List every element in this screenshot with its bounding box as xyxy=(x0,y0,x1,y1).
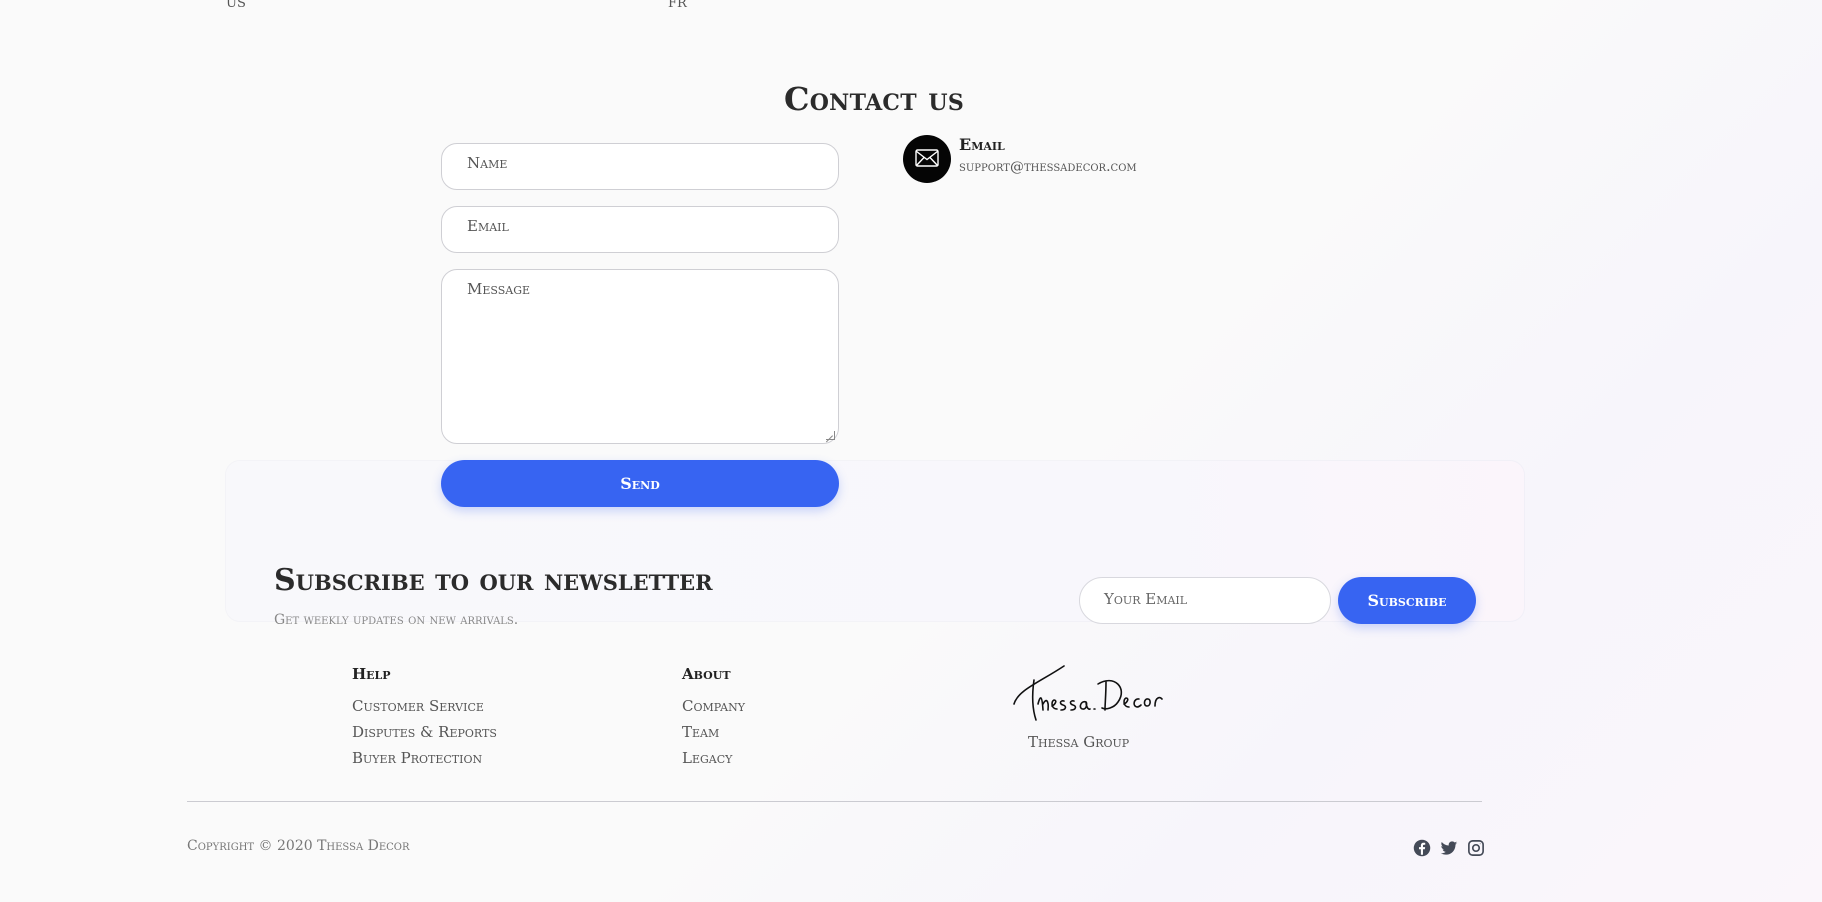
footer-link-customer-service[interactable]: Customer Service xyxy=(352,697,497,716)
top-remnant-row: US FR xyxy=(226,0,826,14)
email-label: Email xyxy=(959,135,1005,154)
resize-handle[interactable] xyxy=(826,431,835,440)
message-placeholder: Message xyxy=(467,280,531,298)
footer-help-column: Help Customer Service Disputes & Reports… xyxy=(352,665,497,775)
envelope-icon xyxy=(903,135,951,183)
top-right-text: FR xyxy=(668,0,687,11)
copyright-text: Copyright © 2020 Thessa Decor xyxy=(187,838,410,854)
brand-logo[interactable] xyxy=(1010,660,1190,730)
twitter-icon[interactable] xyxy=(1440,839,1458,857)
footer-help-heading: Help xyxy=(352,665,391,683)
contact-form: Name Email Message Send xyxy=(441,143,839,507)
footer-link-buyer-protection[interactable]: Buyer Protection xyxy=(352,749,497,768)
instagram-icon[interactable] xyxy=(1467,839,1485,857)
name-field[interactable]: Name xyxy=(441,143,839,190)
newsletter-email-input[interactable]: Your Email xyxy=(1079,577,1331,624)
email-field[interactable]: Email xyxy=(441,206,839,253)
message-field[interactable]: Message xyxy=(441,269,839,444)
footer-brand: Thessa Group xyxy=(1010,660,1210,755)
newsletter-subtitle: Get weekly updates on new arrivals. xyxy=(274,612,519,628)
send-button[interactable]: Send xyxy=(441,460,839,507)
facebook-icon[interactable] xyxy=(1413,839,1431,857)
footer-divider xyxy=(187,801,1482,802)
newsletter-title: Subscribe to our newsletter xyxy=(274,563,713,598)
footer-about-heading: About xyxy=(682,665,731,683)
email-address[interactable]: support@thessadecor.com xyxy=(959,159,1137,175)
contact-title: Contact us xyxy=(783,80,965,118)
footer-link-company[interactable]: Company xyxy=(682,697,745,716)
footer-link-disputes-reports[interactable]: Disputes & Reports xyxy=(352,723,497,742)
contact-email-info: Email support@thessadecor.com xyxy=(903,135,1223,185)
footer-link-team[interactable]: Team xyxy=(682,723,745,742)
footer-link-legacy[interactable]: Legacy xyxy=(682,749,745,768)
top-left-text: US xyxy=(226,0,246,11)
footer-about-column: About Company Team Legacy xyxy=(682,665,745,775)
newsletter-card: Subscribe to our newsletter Get weekly u… xyxy=(226,461,1524,628)
brand-group-name: Thessa Group xyxy=(1028,733,1130,751)
subscribe-button[interactable]: Subscribe xyxy=(1338,577,1476,624)
social-links xyxy=(1411,839,1485,859)
